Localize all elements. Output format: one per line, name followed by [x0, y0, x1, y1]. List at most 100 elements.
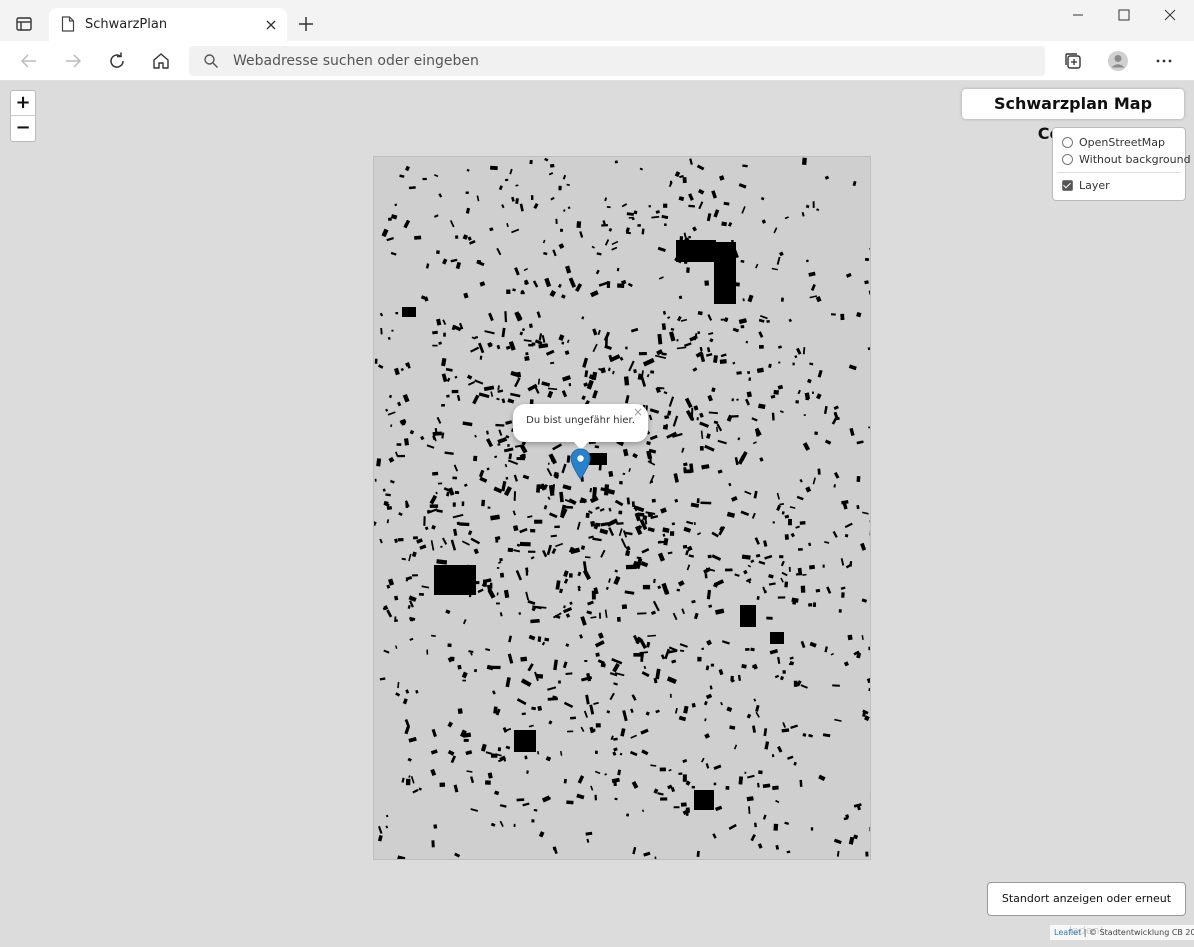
building-footprint — [645, 711, 650, 716]
building-footprint — [461, 540, 470, 546]
building-footprint — [768, 574, 774, 579]
tab-actions-icon[interactable] — [14, 14, 34, 34]
building-footprint — [622, 710, 628, 722]
building-footprint — [848, 364, 857, 371]
large-building-footprint — [434, 565, 476, 595]
building-footprint — [408, 553, 412, 562]
building-footprint — [606, 206, 611, 209]
tab-schwarzplan[interactable]: SchwarzPlan — [49, 8, 287, 41]
building-footprint — [824, 439, 832, 445]
building-footprint — [474, 379, 484, 385]
building-footprint — [693, 405, 699, 411]
building-footprint — [762, 814, 767, 820]
locate-button[interactable]: Standort anzeigen oder erneut laden! — [987, 882, 1186, 937]
building-footprint — [669, 693, 672, 698]
layer-option-layer[interactable]: Layer — [1062, 178, 1110, 192]
building-footprint — [401, 557, 407, 561]
address-bar[interactable] — [189, 46, 1045, 76]
building-footprint — [497, 747, 502, 752]
building-footprint — [759, 457, 764, 462]
close-icon[interactable] — [263, 17, 279, 33]
building-footprint — [498, 561, 502, 565]
building-footprint — [407, 757, 412, 762]
layers-control: OpenStreetMap Without background Layer — [1052, 127, 1191, 201]
close-icon[interactable] — [1147, 0, 1193, 32]
building-footprint — [681, 608, 686, 615]
building-footprint — [777, 745, 783, 753]
building-footprint — [513, 823, 516, 828]
checkbox[interactable] — [1062, 179, 1073, 191]
building-footprint — [577, 588, 581, 592]
building-footprint — [630, 708, 634, 714]
map-container[interactable]: + − Schwarzplan Map Cottbus OpenStreetMa… — [0, 81, 1194, 940]
building-footprint — [758, 770, 763, 775]
building-footprint — [472, 394, 480, 405]
map-marker-icon[interactable] — [570, 448, 591, 480]
building-footprint — [434, 174, 439, 178]
maximize-icon[interactable] — [1101, 0, 1147, 32]
building-footprint — [757, 843, 763, 849]
layer-label: Without background — [1079, 152, 1191, 166]
forward-icon[interactable] — [62, 50, 84, 72]
building-footprint — [594, 770, 601, 775]
building-footprint — [457, 664, 462, 670]
building-footprint — [750, 647, 755, 652]
collections-icon[interactable] — [1062, 50, 1084, 72]
building-footprint — [641, 749, 649, 756]
more-icon[interactable] — [1153, 50, 1175, 72]
zoom-out-button[interactable]: − — [11, 116, 35, 140]
building-footprint — [870, 678, 871, 681]
building-footprint — [387, 336, 391, 340]
building-footprint — [514, 267, 520, 276]
radio-button[interactable] — [1062, 153, 1073, 165]
building-footprint — [682, 758, 688, 764]
building-footprint — [587, 600, 594, 606]
zoom-in-button[interactable]: + — [11, 91, 35, 116]
building-footprint — [805, 486, 812, 493]
building-footprint — [423, 516, 426, 526]
building-footprint — [579, 634, 584, 639]
building-footprint — [700, 430, 704, 440]
building-footprint — [686, 564, 691, 571]
building-footprint — [784, 514, 790, 519]
building-footprint — [770, 394, 776, 399]
building-footprint — [420, 435, 425, 441]
building-footprint — [648, 204, 652, 208]
building-footprint — [614, 160, 618, 164]
building-footprint — [449, 656, 455, 662]
building-footprint — [641, 228, 645, 235]
leaflet-link[interactable]: Leaflet — [1054, 928, 1081, 937]
refresh-icon[interactable] — [106, 50, 128, 72]
building-footprint — [499, 557, 503, 562]
schwarzplan-map-image[interactable] — [373, 156, 871, 860]
profile-icon[interactable] — [1107, 50, 1129, 72]
building-footprint — [752, 441, 757, 445]
building-footprint — [377, 364, 384, 369]
building-footprint — [476, 195, 480, 202]
address-input[interactable] — [233, 46, 1023, 76]
plus-icon[interactable] — [296, 14, 316, 34]
radio-button[interactable] — [1062, 136, 1073, 148]
building-footprint — [422, 177, 427, 181]
building-footprint — [569, 601, 573, 605]
divider — [1057, 172, 1181, 173]
home-icon[interactable] — [150, 50, 172, 72]
building-footprint — [580, 726, 585, 732]
building-footprint — [864, 280, 869, 285]
layer-option-without-background[interactable]: Without background — [1062, 152, 1191, 166]
popup-text: Du bist ungefähr hier. — [526, 415, 635, 426]
back-icon[interactable] — [18, 50, 40, 72]
building-footprint — [833, 484, 837, 488]
building-footprint — [513, 549, 521, 553]
popup-close-button[interactable]: × — [633, 405, 643, 419]
layer-option-openstreetmap[interactable]: OpenStreetMap — [1062, 135, 1165, 149]
building-footprint — [541, 335, 546, 343]
minimize-icon[interactable] — [1055, 0, 1101, 32]
building-footprint — [408, 186, 416, 190]
building-footprint — [388, 456, 395, 463]
building-footprint — [562, 375, 571, 382]
building-footprint — [431, 524, 436, 530]
building-footprint — [487, 506, 491, 509]
building-footprint — [737, 454, 746, 465]
location-popup: Du bist ungefähr hier. × — [513, 404, 648, 450]
